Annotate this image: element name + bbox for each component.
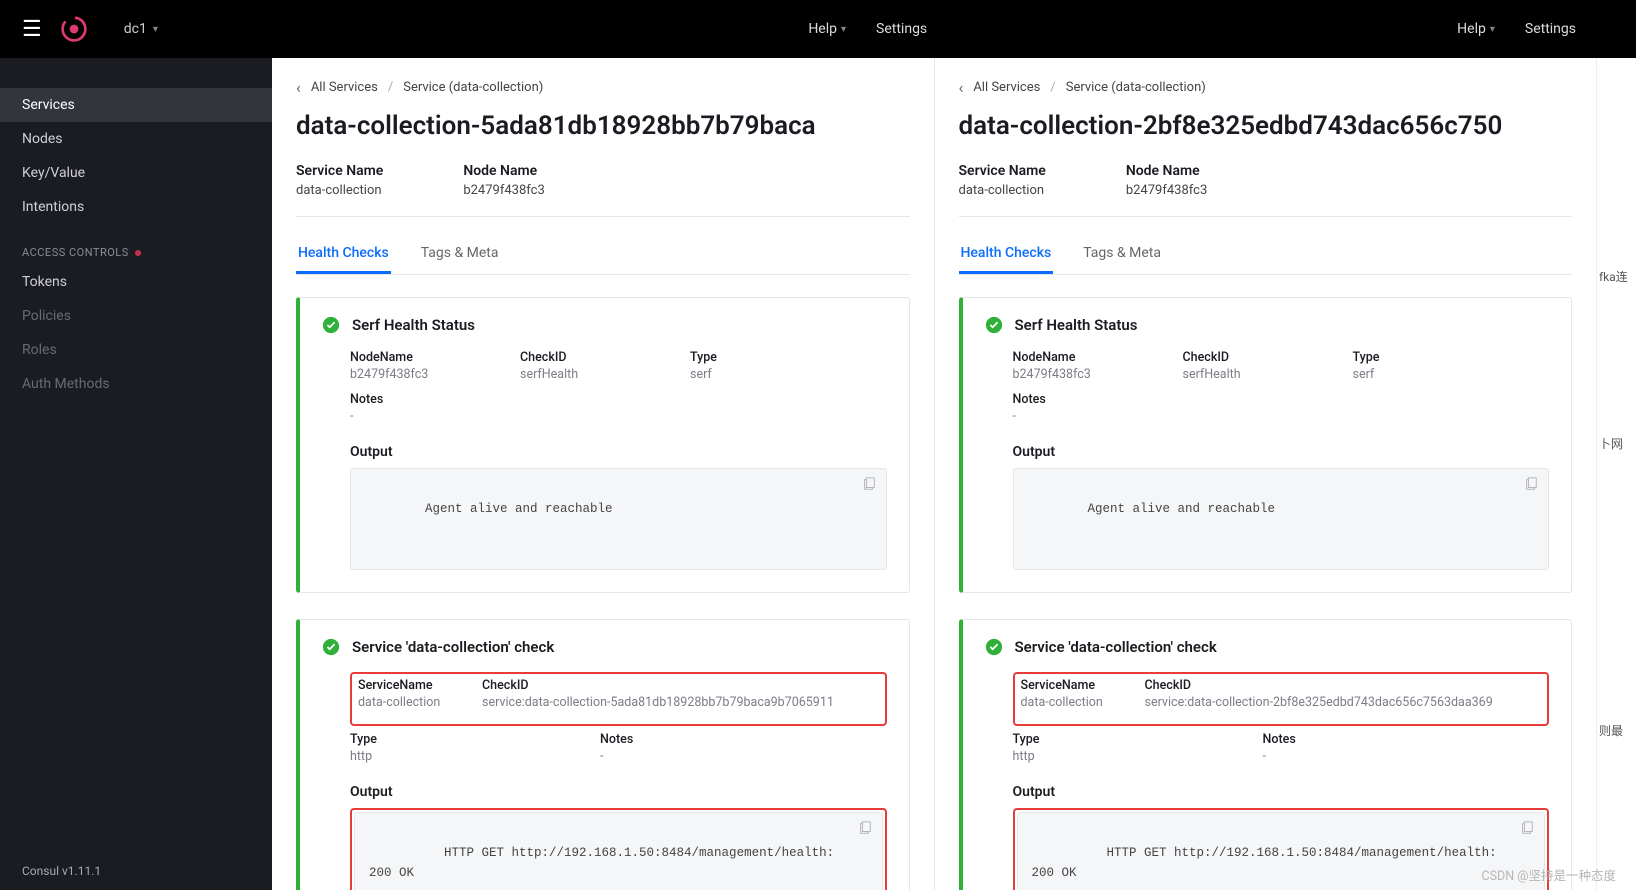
settings-link[interactable]: Settings: [876, 21, 927, 37]
highlight-box: HTTP GET http://192.168.1.50:8484/manage…: [1013, 808, 1550, 890]
check-title: Serf Health Status: [352, 316, 475, 334]
check-title: Serf Health Status: [1015, 316, 1138, 334]
tabs: Health Checks Tags & Meta: [959, 235, 1573, 275]
divider: [296, 216, 910, 217]
health-check-card: Serf Health Status NodeNameb2479f438fc3 …: [296, 297, 910, 593]
check-passing-icon: [322, 638, 340, 656]
back-icon[interactable]: ‹: [296, 78, 301, 97]
health-check-card: Service 'data-collection' check ServiceN…: [959, 619, 1573, 890]
tab-tags-meta[interactable]: Tags & Meta: [1081, 235, 1163, 274]
page-title: data-collection-5ada81db18928bb7b79baca: [296, 111, 910, 141]
breadcrumb-all-services[interactable]: All Services: [311, 80, 378, 95]
help-menu[interactable]: Help ▾: [808, 21, 846, 37]
chevron-down-icon: ▾: [153, 24, 158, 35]
watermark: CSDN @坚持是一种态度: [1481, 865, 1616, 884]
output-label: Output: [1013, 784, 1550, 800]
breadcrumb: ‹ All Services / Service (data-collectio…: [959, 78, 1573, 97]
output-box: Agent alive and reachable: [1013, 468, 1550, 570]
divider: [959, 216, 1573, 217]
check-passing-icon: [322, 316, 340, 334]
copy-icon[interactable]: [1520, 821, 1534, 835]
breadcrumb-service[interactable]: Service (data-collection): [403, 80, 543, 95]
check-passing-icon: [985, 638, 1003, 656]
chevron-down-icon: ▾: [841, 24, 846, 35]
check-title: Service 'data-collection' check: [1015, 638, 1217, 656]
service-name-value: data-collection: [296, 183, 383, 198]
node-name-value: b2479f438fc3: [1126, 183, 1207, 198]
output-label: Output: [350, 784, 887, 800]
sidebar-item-services[interactable]: Services: [0, 88, 272, 122]
node-name-label: Node Name: [1126, 163, 1207, 179]
service-name-label: Service Name: [959, 163, 1046, 179]
service-name-value: data-collection: [959, 183, 1046, 198]
output-box: HTTP GET http://192.168.1.50:8484/manage…: [1017, 812, 1546, 890]
node-name-label: Node Name: [463, 163, 544, 179]
check-passing-icon: [985, 316, 1003, 334]
version-label: Consul v1.11.1: [0, 852, 272, 890]
sidebar-item-roles[interactable]: Roles: [0, 333, 272, 367]
breadcrumb-all-services[interactable]: All Services: [973, 80, 1040, 95]
output-box: Agent alive and reachable: [350, 468, 887, 570]
sidebar-item-intentions[interactable]: Intentions: [0, 190, 272, 224]
tabs: Health Checks Tags & Meta: [296, 235, 910, 275]
main-content: ‹ All Services / Service (data-collectio…: [272, 0, 1636, 890]
service-name-label: Service Name: [296, 163, 383, 179]
pane-left: ‹ All Services / Service (data-collectio…: [272, 58, 934, 890]
highlight-box: ServiceNamedata-collection CheckIDservic…: [350, 672, 887, 726]
page-title: data-collection-2bf8e325edbd743dac656c75…: [959, 111, 1573, 141]
help-menu[interactable]: Help ▾: [1457, 21, 1495, 37]
side-snippets: fka连 卜网 则最: [1596, 58, 1636, 890]
sidebar-section-access: ACCESS CONTROLS: [0, 224, 272, 265]
sidebar-item-tokens[interactable]: Tokens: [0, 265, 272, 299]
sidebar-item-keyvalue[interactable]: Key/Value: [0, 156, 272, 190]
health-check-card: Service 'data-collection' check ServiceN…: [296, 619, 910, 890]
breadcrumb: ‹ All Services / Service (data-collectio…: [296, 78, 910, 97]
tab-health-checks[interactable]: Health Checks: [959, 235, 1054, 274]
datacenter-label: dc1: [124, 21, 147, 37]
output-label: Output: [1013, 444, 1550, 460]
highlight-box: HTTP GET http://192.168.1.50:8484/manage…: [350, 808, 887, 890]
notification-dot-icon: [135, 250, 141, 256]
chevron-down-icon: ▾: [1490, 24, 1495, 35]
copy-icon[interactable]: [862, 477, 876, 491]
tab-tags-meta[interactable]: Tags & Meta: [419, 235, 501, 274]
health-check-card: Serf Health Status NodeNameb2479f438fc3 …: [959, 297, 1573, 593]
datacenter-select[interactable]: dc1 ▾: [124, 21, 158, 37]
hamburger-icon[interactable]: ☰: [22, 17, 42, 42]
breadcrumb-service[interactable]: Service (data-collection): [1066, 80, 1206, 95]
check-title: Service 'data-collection' check: [352, 638, 554, 656]
pane-right: ‹ All Services / Service (data-collectio…: [934, 58, 1597, 890]
tab-health-checks[interactable]: Health Checks: [296, 235, 391, 274]
copy-icon[interactable]: [858, 821, 872, 835]
settings-link[interactable]: Settings: [1525, 21, 1576, 37]
sidebar: Services Nodes Key/Value Intentions ACCE…: [0, 0, 272, 890]
back-icon[interactable]: ‹: [959, 78, 964, 97]
topbar: ☰ dc1 ▾ Help ▾ Settings Help ▾ Settings: [0, 0, 1636, 58]
output-label: Output: [350, 444, 887, 460]
node-name-value: b2479f438fc3: [463, 183, 544, 198]
consul-logo-icon: [60, 15, 88, 43]
copy-icon[interactable]: [1524, 477, 1538, 491]
highlight-box: ServiceNamedata-collection CheckIDservic…: [1013, 672, 1550, 726]
sidebar-item-nodes[interactable]: Nodes: [0, 122, 272, 156]
output-box: HTTP GET http://192.168.1.50:8484/manage…: [354, 812, 883, 890]
sidebar-item-authmethods[interactable]: Auth Methods: [0, 367, 272, 401]
sidebar-item-policies[interactable]: Policies: [0, 299, 272, 333]
